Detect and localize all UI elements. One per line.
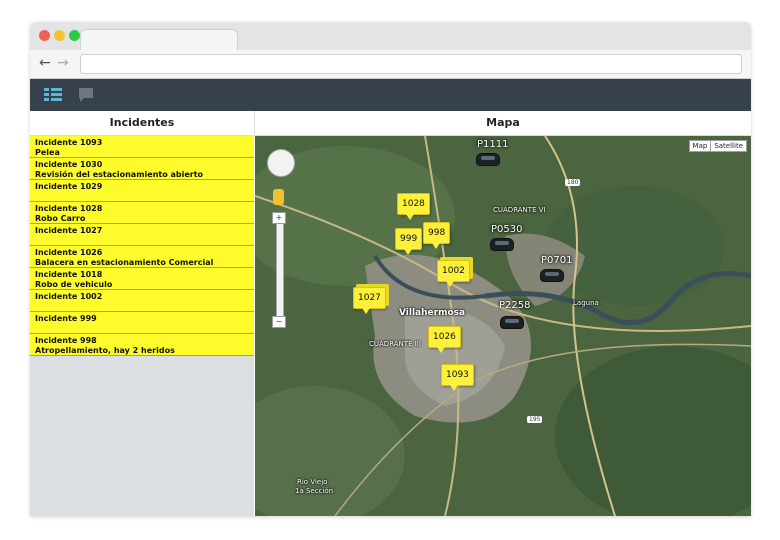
place-label-villahermosa: Villahermosa (399, 308, 466, 318)
map-panel-title: Mapa (255, 111, 751, 136)
incident-description: Balacera en estacionamiento Comercial (35, 258, 214, 267)
incidents-panel-title: Incidentes (30, 111, 255, 136)
pegman-icon[interactable] (273, 189, 284, 205)
close-window-button[interactable] (39, 30, 50, 41)
map-type-map-button[interactable]: Map (690, 141, 711, 151)
incident-item-1027[interactable]: Incidente 1027 (30, 224, 254, 246)
incident-list-icon[interactable] (44, 86, 62, 106)
incident-marker-1093[interactable]: 1093 (441, 364, 474, 391)
map-type-satellite-button[interactable]: Satellite (710, 141, 746, 151)
chat-bubble-icon[interactable] (77, 86, 95, 108)
unit-label-p0530: P0530 (491, 224, 523, 235)
incident-title: Incidente 1093 (35, 138, 103, 147)
incident-title: Incidente 1028 (35, 204, 103, 213)
incident-item-1018[interactable]: Incidente 1018 Robo de vehiculo (30, 268, 254, 290)
place-label-laguna: Laguna (573, 299, 599, 307)
unit-label-p0701: P0701 (541, 255, 573, 266)
zoom-out-button[interactable]: − (272, 316, 286, 328)
back-arrow-icon[interactable]: ← (39, 55, 51, 71)
zoom-slider[interactable] (276, 216, 284, 326)
incident-item-1030[interactable]: Incidente 1030 Revisión del estacionamie… (30, 158, 254, 180)
minimize-window-button[interactable] (54, 30, 65, 41)
incident-item-1093[interactable]: Incidente 1093 Pelea (30, 136, 254, 158)
pan-control-icon[interactable] (267, 149, 295, 177)
incident-description: Robo de vehiculo (35, 280, 113, 289)
incident-marker-998[interactable]: 998 (423, 222, 451, 249)
place-label-cuadrante-iii: CUADRANTE III (369, 340, 421, 348)
incident-description: Robo Carro (35, 214, 86, 223)
satellite-map[interactable]: Map Satellite + − Villahermosa Laguna CU… (255, 136, 751, 516)
main-content: Incidentes Mapa Incidente 1093 Pelea Inc… (30, 111, 751, 516)
incident-title: Incidente 1018 (35, 270, 103, 279)
incident-title: Incidente 1026 (35, 248, 103, 257)
incident-item-1002[interactable]: Incidente 1002 (30, 290, 254, 312)
app-toolbar (30, 79, 751, 111)
incident-marker-1026[interactable]: 1026 (428, 326, 461, 353)
patrol-car-icon[interactable] (477, 154, 499, 165)
incident-title: Incidente 998 (35, 336, 97, 345)
incident-marker-1002[interactable]: 1002 (437, 260, 470, 287)
maximize-window-button[interactable] (69, 30, 80, 41)
incident-list: Incidente 1093 Pelea Incidente 1030 Revi… (30, 136, 254, 516)
zoom-in-button[interactable]: + (272, 212, 286, 224)
place-label-rio-viejo: Rio Viejo (297, 478, 328, 486)
incident-marker-1027[interactable]: 1027 (353, 287, 386, 314)
unit-label-p1111: P1111 (477, 139, 509, 150)
highway-shield-195: 195 (527, 416, 543, 423)
browser-window: ← → Incidentes Mapa Incidente 1093 Pelea… (30, 22, 751, 516)
incident-item-1026[interactable]: Incidente 1026 Balacera en estacionamien… (30, 246, 254, 268)
incident-title: Incidente 1027 (35, 226, 103, 235)
place-label-la-seccion: 1a Sección (295, 487, 334, 495)
map-type-toggle: Map Satellite (688, 140, 747, 152)
incident-title: Incidente 1030 (35, 160, 103, 169)
incident-description: Atropellamiento, hay 2 heridos (35, 346, 175, 355)
incident-title: Incidente 1002 (35, 292, 103, 301)
place-label-cuadrante-vi: CUADRANTE VI (493, 206, 546, 214)
patrol-car-icon[interactable] (491, 239, 513, 250)
incident-item-1028[interactable]: Incidente 1028 Robo Carro (30, 202, 254, 224)
incident-item-999[interactable]: Incidente 999 (30, 312, 254, 334)
patrol-car-icon[interactable] (501, 317, 523, 328)
browser-navbar: ← → (30, 50, 751, 79)
incident-item-998[interactable]: Incidente 998 Atropellamiento, hay 2 her… (30, 334, 254, 356)
patrol-car-icon[interactable] (541, 270, 563, 281)
incident-title: Incidente 999 (35, 314, 97, 323)
browser-tab[interactable] (80, 29, 238, 51)
incident-title: Incidente 1029 (35, 182, 103, 191)
incident-marker-1028[interactable]: 1028 (397, 193, 430, 220)
unit-label-p2258: P2258 (499, 300, 531, 311)
browser-titlebar (30, 22, 751, 51)
incident-description: Revisión del estacionamiento abierto (35, 170, 204, 179)
highway-shield-180: 180 (565, 179, 581, 186)
incident-description: Pelea (35, 148, 60, 157)
address-bar[interactable] (80, 54, 742, 74)
incident-item-1029[interactable]: Incidente 1029 (30, 180, 254, 202)
incident-marker-999[interactable]: 999 (395, 228, 423, 255)
forward-arrow-icon[interactable]: → (57, 55, 69, 71)
